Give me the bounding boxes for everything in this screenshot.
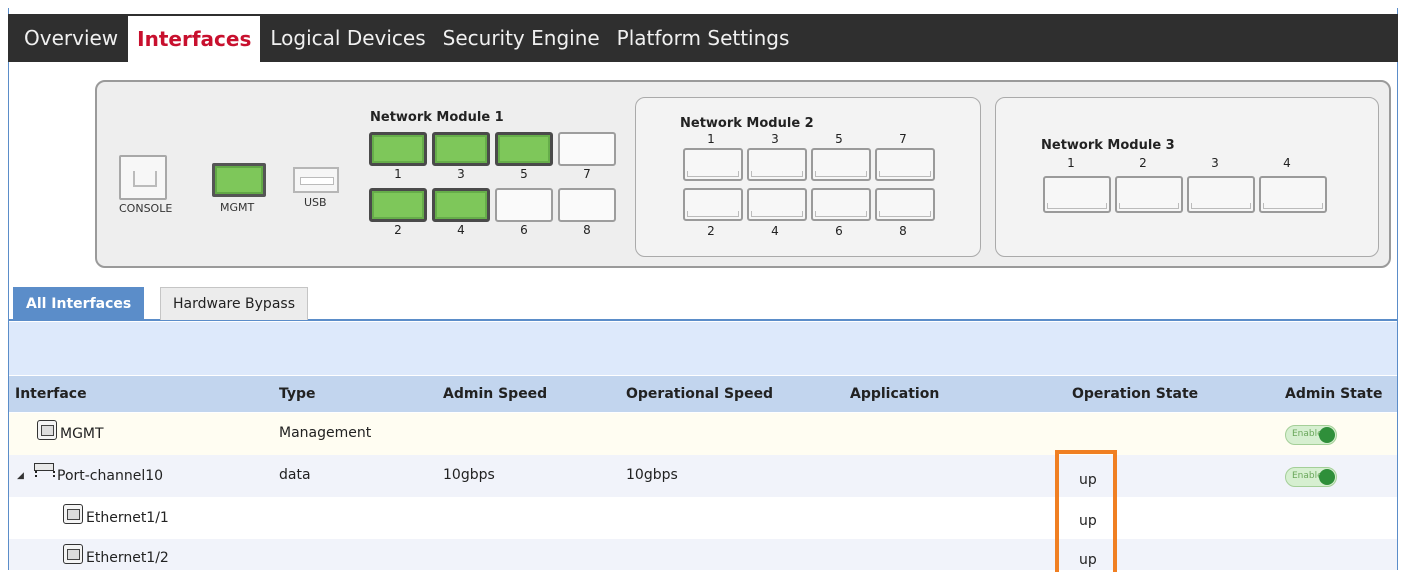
- nm1-num-4: 4: [457, 223, 465, 237]
- interface-icon: [63, 544, 83, 564]
- tab-all-interfaces[interactable]: All Interfaces: [13, 287, 145, 320]
- nm1-port-6[interactable]: [495, 188, 553, 222]
- col-admin-speed[interactable]: Admin Speed: [443, 386, 547, 402]
- admin-state-toggle[interactable]: Enabled: [1285, 425, 1337, 445]
- table-row[interactable]: Ethernet1/1 up: [9, 497, 1397, 539]
- col-application[interactable]: Application: [850, 386, 939, 402]
- nm1-port-8[interactable]: [558, 188, 616, 222]
- tab-overview[interactable]: Overview: [17, 14, 125, 62]
- interface-name: Ethernet1/2: [86, 550, 169, 566]
- interface-name: Ethernet1/1: [86, 510, 169, 526]
- nm2-port-5[interactable]: [811, 148, 871, 181]
- nm2-title: Network Module 2: [680, 116, 814, 131]
- nm2-num-2: 2: [707, 224, 715, 238]
- nm3-num-4: 4: [1283, 156, 1291, 170]
- nm1-num-8: 8: [583, 223, 591, 237]
- interface-type: Management: [279, 425, 372, 441]
- tab-interfaces[interactable]: Interfaces: [128, 16, 261, 62]
- nm1-port-7[interactable]: [558, 132, 616, 166]
- table-row[interactable]: Ethernet1/2 up: [9, 539, 1397, 570]
- table-row[interactable]: MGMT Management Enabled: [9, 413, 1397, 455]
- nm2-port-6[interactable]: [811, 188, 871, 221]
- tab-hardware-bypass[interactable]: Hardware Bypass: [160, 287, 308, 320]
- nm3-num-2: 2: [1139, 156, 1147, 170]
- nm2-num-4: 4: [771, 224, 779, 238]
- nm2-num-8: 8: [899, 224, 907, 238]
- nm2-port-1[interactable]: [683, 148, 743, 181]
- mgmt-label: MGMT: [220, 201, 255, 214]
- admin-speed: 10gbps: [443, 467, 495, 483]
- table-row[interactable]: ◢ Port-channel10 data 10gbps 10gbps up E…: [9, 455, 1397, 497]
- nm1-port-2[interactable]: [369, 188, 427, 222]
- nm1-port-3[interactable]: [432, 132, 490, 166]
- nm3-num-3: 3: [1211, 156, 1219, 170]
- top-navbar: Overview Interfaces Logical Devices Secu…: [8, 14, 1398, 62]
- nm2-num-7: 7: [899, 132, 907, 146]
- col-admin-state[interactable]: Admin State: [1285, 386, 1383, 402]
- admin-state-toggle[interactable]: Enabled: [1285, 467, 1337, 487]
- nm3-port-4[interactable]: [1259, 176, 1327, 213]
- toggle-knob: [1319, 427, 1335, 443]
- usb-label: USB: [304, 196, 327, 209]
- operation-state-highlight: [1055, 450, 1117, 572]
- chassis-panel: CONSOLE MGMT USB Network Module 1 1 3 5 …: [95, 80, 1391, 268]
- nm2-num-5: 5: [835, 132, 843, 146]
- interface-type: data: [279, 467, 311, 483]
- nm1-num-5: 5: [520, 167, 528, 181]
- mgmt-port[interactable]: [212, 163, 266, 197]
- col-type[interactable]: Type: [279, 386, 316, 402]
- interface-name: Port-channel10: [57, 468, 164, 484]
- nm3-num-1: 1: [1067, 156, 1075, 170]
- nm1-num-3: 3: [457, 167, 465, 181]
- toggle-knob: [1319, 469, 1335, 485]
- col-operational-speed[interactable]: Operational Speed: [626, 386, 773, 402]
- interface-name: MGMT: [60, 426, 104, 442]
- nm1-num-1: 1: [394, 167, 402, 181]
- tab-logical-devices[interactable]: Logical Devices: [263, 14, 432, 62]
- operational-speed: 10gbps: [626, 467, 678, 483]
- nm2-port-4[interactable]: [747, 188, 807, 221]
- interface-subtabs: All Interfaces Hardware Bypass: [9, 287, 1397, 321]
- nm2-port-2[interactable]: [683, 188, 743, 221]
- console-label: CONSOLE: [119, 202, 173, 215]
- table-header: Interface Type Admin Speed Operational S…: [9, 376, 1397, 412]
- nm3-title: Network Module 3: [1041, 138, 1175, 153]
- collapse-triangle-icon[interactable]: ◢: [17, 471, 24, 481]
- nm2-num-6: 6: [835, 224, 843, 238]
- console-port[interactable]: [119, 155, 167, 200]
- nm1-num-6: 6: [520, 223, 528, 237]
- interface-icon: [63, 504, 83, 524]
- interface-icon: [37, 420, 57, 440]
- nm1-port-4[interactable]: [432, 188, 490, 222]
- tab-security-engine[interactable]: Security Engine: [436, 14, 607, 62]
- nm3-port-3[interactable]: [1187, 176, 1255, 213]
- nm1-port-1[interactable]: [369, 132, 427, 166]
- nm1-port-5[interactable]: [495, 132, 553, 166]
- port-channel-icon: [34, 463, 55, 479]
- nm2-port-7[interactable]: [875, 148, 935, 181]
- nm1-title: Network Module 1: [370, 110, 504, 125]
- filter-bar: [9, 322, 1397, 375]
- nm3-port-1[interactable]: [1043, 176, 1111, 213]
- tab-platform-settings[interactable]: Platform Settings: [610, 14, 797, 62]
- nm3-port-2[interactable]: [1115, 176, 1183, 213]
- usb-port[interactable]: [293, 167, 339, 193]
- nm2-num-3: 3: [771, 132, 779, 146]
- col-operation-state[interactable]: Operation State: [1072, 386, 1198, 402]
- nm1-num-7: 7: [583, 167, 591, 181]
- col-interface[interactable]: Interface: [15, 386, 87, 402]
- nm2-port-8[interactable]: [875, 188, 935, 221]
- nm2-port-3[interactable]: [747, 148, 807, 181]
- nm2-num-1: 1: [707, 132, 715, 146]
- nm1-num-2: 2: [394, 223, 402, 237]
